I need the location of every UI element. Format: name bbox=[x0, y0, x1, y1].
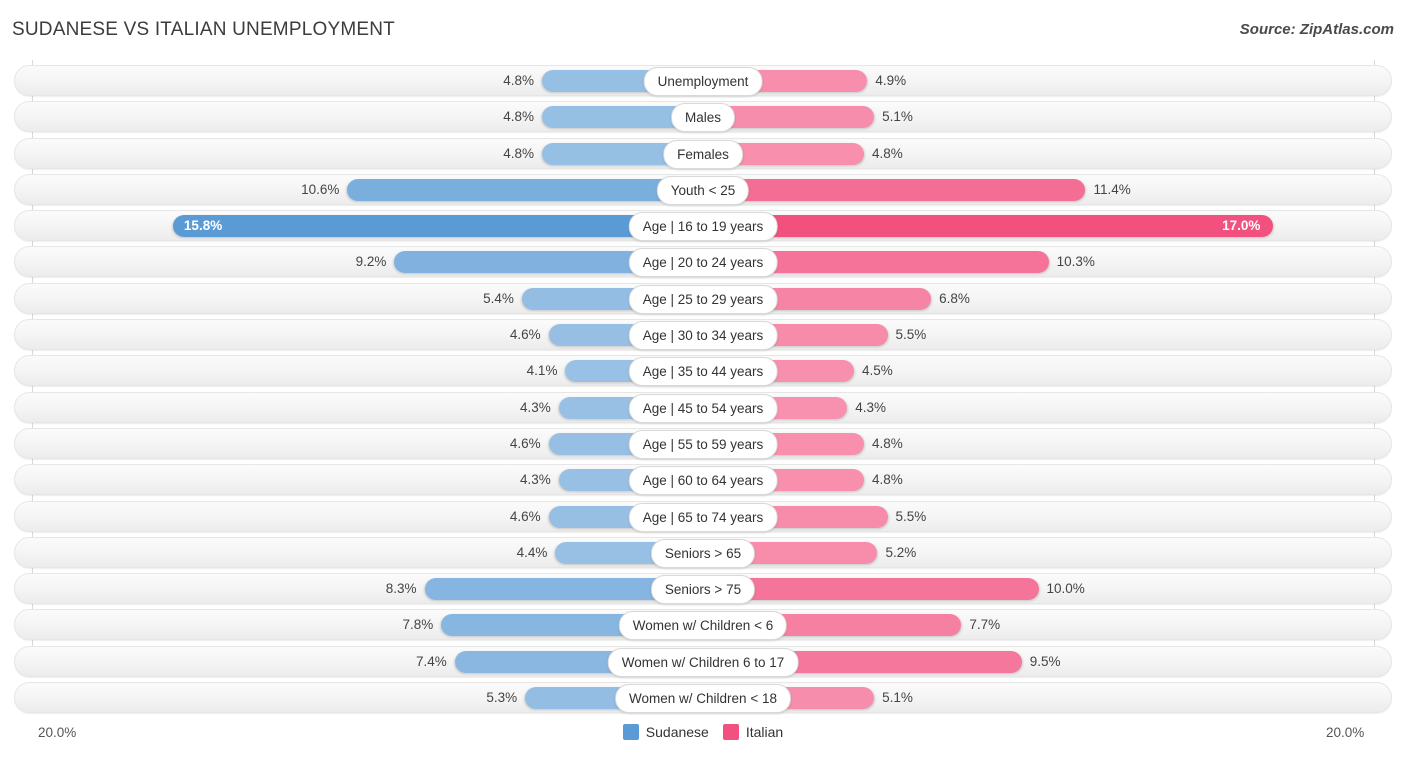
chart-row: 7.4% 9.5% Women w/ Children 6 to 17 bbox=[0, 644, 1406, 680]
value-label-sudanese: 10.6% bbox=[301, 181, 340, 197]
chart-row: 8.3% 10.0% Seniors > 75 bbox=[0, 571, 1406, 607]
category-label: Age | 25 to 29 years bbox=[628, 284, 778, 314]
source-attribution: Source: ZipAtlas.com bbox=[1239, 21, 1394, 38]
value-label-italian: 4.5% bbox=[861, 363, 893, 379]
chart-rows: 4.8% 4.9% Unemployment 4.8% 5.1% Males 4.8% 4.8… bbox=[0, 63, 1406, 716]
value-label-sudanese: 7.4% bbox=[415, 653, 447, 669]
value-label-italian: 4.9% bbox=[875, 73, 907, 88]
value-label-sudanese: 7.8% bbox=[402, 617, 434, 633]
chart-row: 15.8% 17.0% Age | 16 to 19 years bbox=[0, 208, 1406, 244]
chart-row: 4.8% 4.8% Females bbox=[0, 136, 1406, 172]
value-label-sudanese: 5.3% bbox=[486, 690, 518, 706]
legend-swatch-icon bbox=[722, 724, 739, 740]
legend-item-italian[interactable]: Italian bbox=[722, 724, 784, 740]
chart-row: 4.3% 4.8% Age | 60 to 64 years bbox=[0, 462, 1406, 498]
chart-header: SUDANESE VS ITALIAN UNEMPLOYMENT Source:… bbox=[0, 0, 1406, 60]
value-label-sudanese: 4.4% bbox=[516, 544, 548, 560]
category-label: Women w/ Children 6 to 17 bbox=[607, 647, 799, 677]
value-label-italian: 7.7% bbox=[969, 617, 1001, 633]
chart-row: 4.6% 5.5% Age | 65 to 74 years bbox=[0, 499, 1406, 535]
value-label-italian: 4.8% bbox=[872, 435, 903, 451]
chart-row: 5.3% 5.1% Women w/ Children < 18 bbox=[0, 680, 1406, 716]
legend-label: Sudanese bbox=[645, 724, 709, 740]
chart-row: 9.2% 10.3% Age | 20 to 24 years bbox=[0, 244, 1406, 280]
bar-sudanese: 15.8% bbox=[172, 215, 703, 238]
value-label-italian: 4.3% bbox=[855, 399, 887, 415]
bar-sudanese bbox=[347, 178, 703, 201]
bar-italian: 17.0% bbox=[703, 215, 1274, 238]
category-label: Seniors > 75 bbox=[650, 575, 756, 605]
value-label-italian: 5.2% bbox=[885, 544, 917, 560]
category-label: Age | 60 to 64 years bbox=[628, 466, 778, 496]
category-label: Age | 65 to 74 years bbox=[628, 502, 778, 532]
value-label-sudanese: 4.3% bbox=[519, 399, 551, 415]
chart-row: 4.8% 5.1% Males bbox=[0, 99, 1406, 135]
value-label-italian: 6.8% bbox=[939, 290, 970, 306]
category-label: Age | 55 to 59 years bbox=[628, 429, 778, 459]
value-label-sudanese: 4.8% bbox=[503, 145, 534, 161]
chart-footer: 20.0% 20.0% Sudanese Italian bbox=[0, 717, 1406, 757]
value-label-sudanese: 4.3% bbox=[519, 472, 551, 488]
bar-italian bbox=[703, 178, 1086, 201]
chart-row: 7.8% 7.7% Women w/ Children < 6 bbox=[0, 607, 1406, 643]
value-label-sudanese: 15.8% bbox=[183, 218, 223, 234]
value-label-sudanese: 4.6% bbox=[509, 435, 541, 451]
value-label-sudanese: 4.6% bbox=[509, 327, 541, 343]
value-label-italian: 4.8% bbox=[872, 145, 903, 161]
value-label-italian: 17.0% bbox=[1222, 218, 1261, 234]
category-label: Age | 45 to 54 years bbox=[628, 393, 778, 423]
category-label: Age | 35 to 44 years bbox=[628, 357, 778, 387]
category-label: Women w/ Children < 18 bbox=[615, 684, 791, 714]
chart-row: 4.3% 4.3% Age | 45 to 54 years bbox=[0, 390, 1406, 426]
chart-row: 4.6% 4.8% Age | 55 to 59 years bbox=[0, 426, 1406, 462]
value-label-italian: 5.1% bbox=[882, 109, 913, 125]
category-label: Unemployment bbox=[643, 67, 763, 96]
value-label-sudanese: 4.6% bbox=[509, 508, 541, 524]
chart-row: 10.6% 11.4% Youth < 25 bbox=[0, 172, 1406, 208]
category-label: Age | 30 to 34 years bbox=[628, 321, 778, 351]
category-label: Age | 20 to 24 years bbox=[628, 248, 778, 278]
chart-row: 4.6% 5.5% Age | 30 to 34 years bbox=[0, 317, 1406, 353]
chart-legend: Sudanese Italian bbox=[0, 724, 1406, 740]
value-label-italian: 5.1% bbox=[882, 690, 913, 706]
value-label-sudanese: 5.4% bbox=[483, 290, 514, 306]
value-label-sudanese: 4.8% bbox=[503, 73, 534, 88]
chart-row: 4.1% 4.5% Age | 35 to 44 years bbox=[0, 353, 1406, 389]
chart-row: 4.8% 4.9% Unemployment bbox=[0, 63, 1406, 99]
value-label-italian: 10.3% bbox=[1056, 254, 1095, 270]
value-label-italian: 11.4% bbox=[1093, 181, 1131, 197]
legend-swatch-icon bbox=[622, 724, 639, 740]
legend-label: Italian bbox=[745, 724, 784, 740]
chart-plot-area: 4.8% 4.9% Unemployment 4.8% 5.1% Males 4.8% 4.8… bbox=[0, 60, 1406, 717]
chart-row: 4.4% 5.2% Seniors > 65 bbox=[0, 535, 1406, 571]
value-label-sudanese: 4.8% bbox=[503, 109, 534, 125]
category-label: Females bbox=[663, 139, 743, 169]
legend-item-sudanese[interactable]: Sudanese bbox=[622, 724, 709, 740]
category-label: Youth < 25 bbox=[656, 175, 750, 205]
value-label-italian: 5.5% bbox=[895, 327, 927, 343]
category-label: Males bbox=[670, 103, 736, 133]
value-label-italian: 5.5% bbox=[895, 508, 927, 524]
chart-row: 5.4% 6.8% Age | 25 to 29 years bbox=[0, 281, 1406, 317]
value-label-sudanese: 4.1% bbox=[526, 363, 558, 379]
category-label: Age | 16 to 19 years bbox=[628, 212, 778, 242]
category-label: Women w/ Children < 6 bbox=[618, 611, 788, 641]
page-title: SUDANESE VS ITALIAN UNEMPLOYMENT bbox=[12, 19, 395, 40]
value-label-italian: 10.0% bbox=[1046, 581, 1085, 597]
value-label-italian: 9.5% bbox=[1029, 653, 1061, 669]
category-label: Seniors > 65 bbox=[650, 538, 756, 568]
value-label-italian: 4.8% bbox=[872, 472, 903, 488]
value-label-sudanese: 8.3% bbox=[385, 581, 417, 597]
value-label-sudanese: 9.2% bbox=[355, 254, 387, 270]
